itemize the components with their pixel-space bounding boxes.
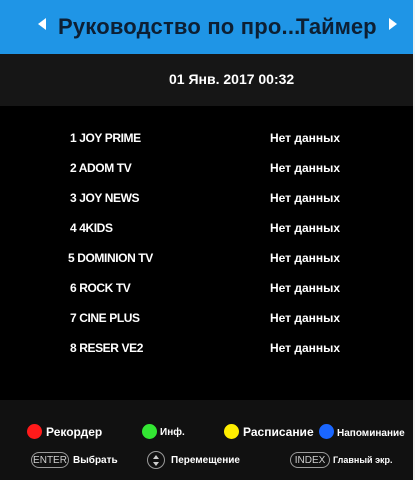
list-item[interactable]: 3 JOY NEWS Нет данных <box>0 191 413 211</box>
list-item[interactable]: 8 RESER VE2 Нет данных <box>0 341 413 361</box>
index-key-icon[interactable]: INDEX <box>290 452 330 468</box>
channel-name: 4 4KIDS <box>70 221 113 235</box>
channel-list: 1 JOY PRIME Нет данных 2 ADOM TV Нет дан… <box>0 106 413 400</box>
channel-name: 1 JOY PRIME <box>70 131 141 145</box>
enter-key-icon[interactable]: ENTER <box>31 452 69 468</box>
list-item[interactable]: 7 CINE PLUS Нет данных <box>0 311 413 331</box>
program-status: Нет данных <box>270 221 341 235</box>
list-item[interactable]: 6 ROCK TV Нет данных <box>0 281 413 301</box>
blue-key-icon[interactable] <box>319 424 334 439</box>
channel-name: 5 DOMINION TV <box>68 251 153 265</box>
legend-move: Перемещение <box>171 455 240 466</box>
red-key-icon[interactable] <box>27 424 42 439</box>
program-status: Нет данных <box>270 311 341 325</box>
channel-name: 2 ADOM TV <box>70 161 132 175</box>
legend-schedule: Расписание <box>243 425 314 439</box>
tab-timer[interactable]: Таймер <box>296 14 377 40</box>
legend-reminder: Напоминание <box>337 428 405 439</box>
program-status: Нет данных <box>270 161 341 175</box>
channel-name: 8 RESER VE2 <box>70 341 143 355</box>
list-item[interactable]: 5 DOMINION TV Нет данных <box>0 251 413 271</box>
channel-name: 6 ROCK TV <box>70 281 131 295</box>
legend-recorder: Рекордер <box>46 425 103 439</box>
tv-guide-screen: Руководство по про... Таймер 01 Янв. 201… <box>0 0 413 480</box>
page-title: Руководство по про... <box>58 14 301 39</box>
footer-legend: Рекордер Инф. Расписание Напоминание ENT… <box>0 400 413 480</box>
program-status: Нет данных <box>270 341 341 355</box>
program-status: Нет данных <box>270 251 341 265</box>
green-key-icon[interactable] <box>142 424 157 439</box>
legend-main-screen: Главный экр. <box>333 455 393 465</box>
list-item[interactable]: 4 4KIDS Нет данных <box>0 221 413 241</box>
channel-name: 3 JOY NEWS <box>70 191 140 205</box>
program-status: Нет данных <box>270 191 341 205</box>
yellow-key-icon[interactable] <box>224 424 239 439</box>
legend-select: Выбрать <box>73 455 118 466</box>
list-item[interactable]: 2 ADOM TV Нет данных <box>0 161 413 181</box>
program-status: Нет данных <box>270 281 341 295</box>
up-down-key-icon[interactable] <box>147 451 165 469</box>
arrow-right-icon[interactable] <box>389 18 397 30</box>
legend-info: Инф. <box>160 427 185 438</box>
channel-name: 7 CINE PLUS <box>70 311 140 325</box>
header-bar: Руководство по про... Таймер <box>0 0 413 54</box>
arrow-left-icon[interactable] <box>38 18 46 30</box>
list-item[interactable]: 1 JOY PRIME Нет данных <box>0 131 413 151</box>
program-status: Нет данных <box>270 131 341 145</box>
current-datetime: 01 Янв. 2017 00:32 <box>169 71 295 87</box>
